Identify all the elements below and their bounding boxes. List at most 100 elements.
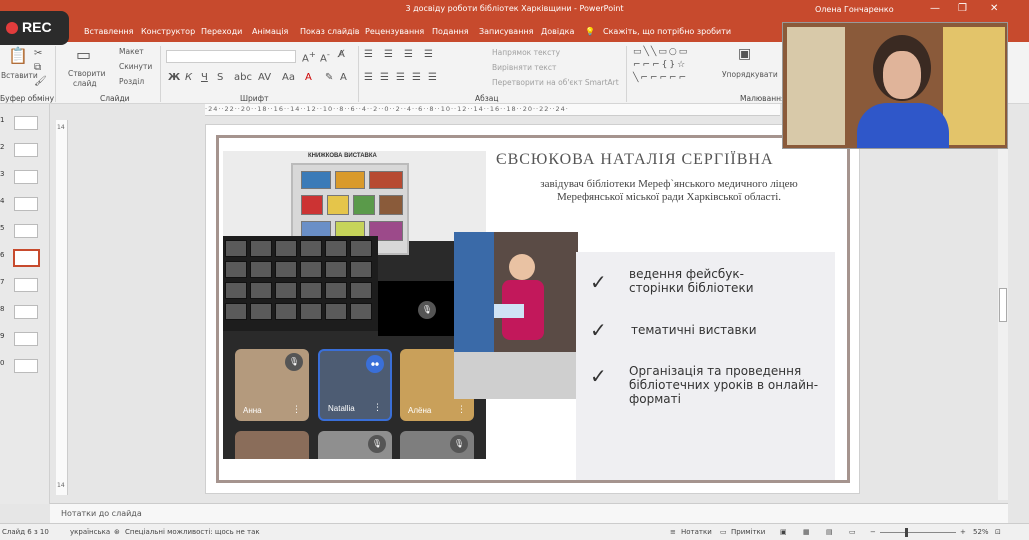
slideshow-icon[interactable]: ▭ [849,528,856,536]
arrange-icon[interactable]: ▣ [738,46,751,62]
vertical-scrollbar[interactable] [998,120,1008,500]
italic-icon[interactable]: К [185,72,192,83]
paste-icon[interactable]: 📋 [8,46,28,65]
bold-icon[interactable]: Ж [168,72,180,83]
font-color-icon[interactable]: A [305,72,312,83]
slide-thumbnail[interactable] [14,305,38,319]
tab-design[interactable]: Конструктор [141,27,195,36]
tab-view[interactable]: Подання [432,27,469,36]
new-slide-icon[interactable]: ▭ [76,45,91,64]
slide-thumbnail[interactable] [14,116,38,130]
zoom-out-button[interactable]: − [870,528,876,536]
slide-canvas[interactable]: КНИЖКОВА ВИСТАВКА 🎙 🎙 Анна ⋮ ⦁⦁ Natallia… [205,124,860,494]
format-painter-icon[interactable]: 🖌 [34,76,47,87]
tab-slideshow[interactable]: Показ слайдів [300,27,360,36]
tab-transitions[interactable]: Переходи [201,27,242,36]
tab-insert[interactable]: Вставлення [84,27,133,36]
language-indicator[interactable]: українська [70,528,110,536]
slide-sorter-icon[interactable]: ▦ [803,528,810,536]
reading-view-icon[interactable]: ▤ [826,528,833,536]
slide-thumbnail-active[interactable] [13,249,40,267]
slide-thumbnail[interactable] [14,170,38,184]
comments-button[interactable]: Примітки [731,528,765,536]
align-right-icon[interactable]: ☰ [396,72,405,83]
close-button[interactable]: ✕ [990,3,998,14]
slide-thumbnail[interactable] [14,278,38,292]
reset-button[interactable]: Скинути [119,62,152,71]
highlight-icon[interactable]: ✎ [325,72,333,83]
new-slide-button-line2[interactable]: слайд [73,79,97,88]
strikethrough-icon[interactable]: abc [234,72,252,83]
text-effect-icon[interactable]: A [340,72,347,83]
notes-button[interactable]: Нотатки [681,528,712,536]
justify-icon[interactable]: ☰ [412,72,421,83]
slide-thumbnail[interactable] [14,224,38,238]
arrange-button[interactable]: Упорядкувати [722,70,778,79]
zoom-slider-track[interactable] [880,532,956,533]
restore-button[interactable]: ❐ [958,3,967,14]
slide-thumbnail[interactable] [14,143,38,157]
font-shrink-icon[interactable]: A- [320,49,330,64]
align-center-icon[interactable]: ☰ [380,72,389,83]
underline-icon[interactable]: Ч [201,72,208,83]
person-role-text[interactable]: завідувач бібліотеки Мереф`янського меди… [509,178,829,204]
vertical-ruler: 14 14 [56,120,68,495]
person-name-title[interactable]: ЄВСЮКОВА НАТАЛІЯ СЕРГІЇВНА [496,151,774,169]
section-button[interactable]: Розділ [119,77,144,86]
fit-slide-icon[interactable]: ⊡ [995,528,1001,536]
slide-thumbnail[interactable] [14,197,38,211]
char-spacing-icon[interactable]: AV [258,72,271,83]
tab-help[interactable]: Довідка [541,27,574,36]
zoom-slider-thumb[interactable] [905,528,908,537]
normal-view-icon[interactable]: ▣ [780,528,787,536]
paste-button[interactable]: Вставити [1,71,38,80]
participant-tile-active: ⦁⦁ Natallia ⋮ [318,349,392,421]
collage-image[interactable]: КНИЖКОВА ВИСТАВКА 🎙 🎙 Анна ⋮ ⦁⦁ Natallia… [223,151,486,459]
smartart-button[interactable]: Перетворити на об'єкт SmartArt [492,78,619,87]
bullets-icon[interactable]: ☰ [364,49,373,60]
slide[interactable]: КНИЖКОВА ВИСТАВКА 🎙 🎙 Анна ⋮ ⦁⦁ Natallia… [216,135,850,483]
new-slide-button[interactable]: Створити [68,69,106,78]
text-direction-button[interactable]: Напрямок тексту [492,48,560,57]
font-grow-icon[interactable]: A+ [302,49,316,64]
numbering-icon[interactable]: ☰ [384,49,393,60]
notes-pane[interactable]: Нотатки до слайда [50,503,1008,523]
clear-format-icon[interactable]: A̸ [338,49,345,60]
notes-icon[interactable]: ≡ [670,528,676,536]
align-text-button[interactable]: Вирівняти текст [492,63,556,72]
user-name[interactable]: Олена Гончаренко [815,5,894,14]
tell-me-search[interactable]: Скажіть, що потрібно зробити [603,27,731,36]
slide-counter: Слайд 6 з 10 [2,528,49,536]
scroll-thumb[interactable] [999,288,1007,322]
participant-thumb [325,303,347,320]
minimize-button[interactable]: — [930,3,940,14]
change-case-icon[interactable]: Aa [282,72,295,83]
line-spacing-icon[interactable]: ☰ [424,49,433,60]
columns-icon[interactable]: ☰ [428,72,437,83]
accessibility-icon[interactable]: ⊛ [114,528,120,536]
comments-icon[interactable]: ▭ [720,528,727,536]
cut-icon[interactable]: ✂ [34,48,42,59]
align-left-icon[interactable]: ☰ [364,72,373,83]
zoom-in-button[interactable]: + [960,528,966,536]
child-reading-photo[interactable] [454,232,578,399]
shapes-gallery[interactable]: ▭╲╲▭○▭ ⌐⌐⌐{}☆ ╲⌐⌐⌐⌐⌐ [633,46,689,85]
participant-name: Анна [243,406,262,415]
notes-placeholder[interactable]: Нотатки до слайда [61,509,142,518]
tab-animations[interactable]: Анімація [252,27,288,36]
font-name-box[interactable] [166,50,296,63]
indent-icon[interactable]: ☰ [404,49,413,60]
slide-thumbnail[interactable] [14,332,38,346]
slide-thumbnail[interactable] [14,359,38,373]
recording-indicator: REC [0,11,69,45]
zoom-level[interactable]: 52% [973,528,989,536]
achievements-box[interactable]: ✓ ведення фейсбук-сторінки бібліотеки ✓ … [576,252,835,480]
participant-thumb [225,303,247,320]
copy-icon[interactable]: ⧉ [34,62,41,73]
layout-button[interactable]: Макет [119,47,144,56]
accessibility-status[interactable]: Спеціальні можливості: щось не так [125,528,260,536]
shadow-icon[interactable]: S [217,72,223,83]
lightbulb-icon: 💡 [585,27,595,36]
tab-review[interactable]: Рецензування [365,27,424,36]
tab-recording[interactable]: Записування [479,27,533,36]
